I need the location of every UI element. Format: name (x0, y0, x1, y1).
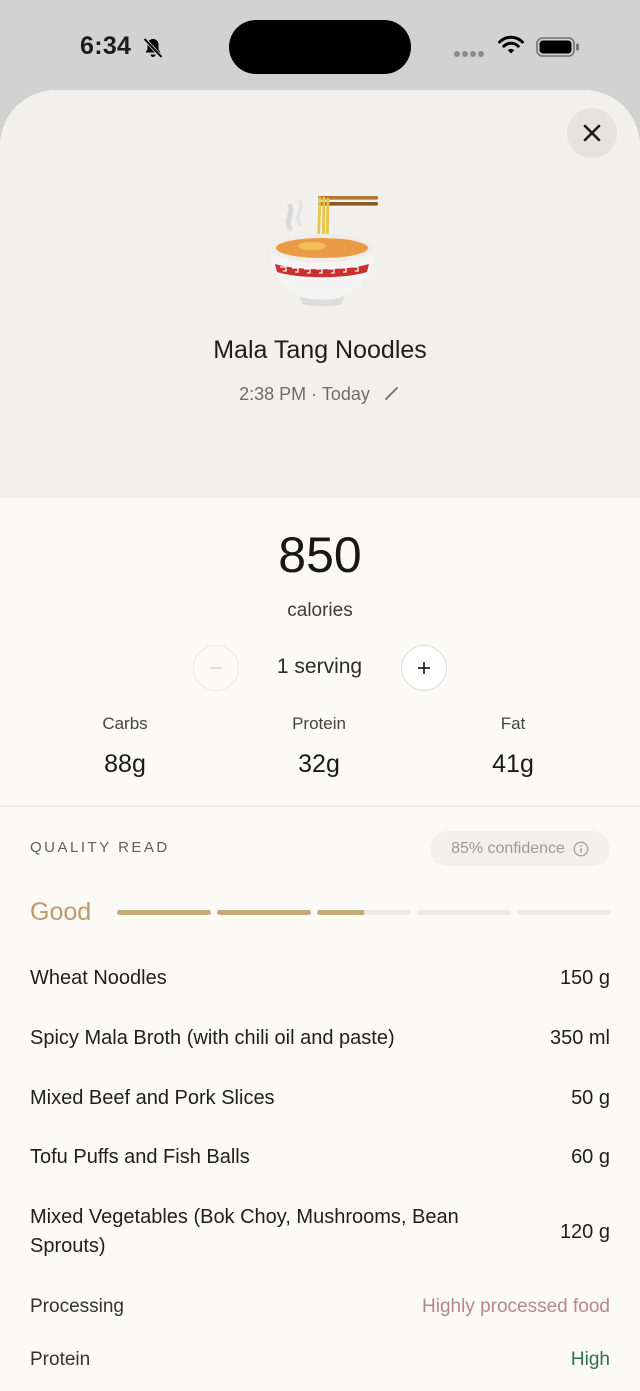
ingredient-amount: 120 g (559, 1220, 610, 1243)
close-button[interactable] (567, 108, 617, 158)
attribute-row-processing: Processing Highly processed food (30, 1296, 610, 1318)
quality-section-title: QUALITY READ (30, 839, 170, 856)
ingredient-row[interactable]: Wheat Noodles 150 g (30, 964, 610, 993)
section-divider (0, 805, 640, 807)
macro-label: Carbs (102, 714, 148, 733)
ingredient-row[interactable]: Tofu Puffs and Fish Balls 60 g (30, 1143, 610, 1172)
serving-count: 1 serving (276, 655, 363, 678)
increase-serving-button[interactable] (401, 645, 447, 691)
macro-protein: Protein 32g (219, 714, 419, 779)
food-detail-sheet: Mala Tang Noodles 2:38 PM · Today 850 ca… (0, 90, 640, 1391)
ingredient-amount: 50 g (571, 1087, 610, 1109)
macro-label: Fat (500, 714, 526, 733)
attribute-label: Processing (30, 1296, 124, 1317)
info-icon (573, 841, 589, 856)
quality-bar-segment (517, 910, 611, 915)
ingredient-name: Wheat Noodles (30, 967, 167, 989)
status-bar: 6:34 (0, 0, 640, 92)
pencil-icon[interactable] (383, 384, 401, 402)
calories-label: calories (287, 600, 353, 621)
ingredient-amount: 350 ml (549, 1027, 610, 1049)
decrease-serving-button[interactable] (193, 645, 239, 691)
food-name: Mala Tang Noodles (213, 336, 427, 364)
quality-bar-segment (117, 910, 211, 915)
attribute-value: High (570, 1349, 610, 1370)
ingredient-name: Tofu Puffs and Fish Balls (30, 1146, 250, 1168)
ingredient-row[interactable]: Mixed Beef and Pork Slices 50 g (30, 1084, 610, 1113)
quality-bar-segment (217, 910, 311, 915)
ingredient-amount: 150 g (559, 967, 610, 989)
attribute-label: Protein (30, 1349, 91, 1370)
macro-carbs: Carbs 88g (25, 714, 225, 779)
wifi-icon (498, 35, 524, 54)
time-separator: · (311, 384, 322, 404)
ingredient-name: Mixed Vegetables (Bok Choy, Mushrooms, B… (30, 1206, 459, 1257)
ingredient-name: Mixed Beef and Pork Slices (30, 1087, 275, 1109)
macro-fat: Fat 41g (413, 714, 613, 779)
status-time: 6:34 (80, 32, 132, 60)
quality-grade: Good (30, 898, 92, 926)
confidence-text: 85% confidence (451, 839, 565, 857)
macro-value: 32g (298, 750, 340, 778)
macro-value: 41g (492, 750, 534, 778)
food-header: Mala Tang Noodles 2:38 PM · Today (0, 90, 640, 498)
logged-time: 2:38 PM (239, 384, 307, 404)
confidence-badge[interactable]: 85% confidence (430, 831, 610, 866)
ingredient-name: Spicy Mala Broth (with chili oil and pas… (30, 1027, 395, 1049)
dynamic-island (229, 20, 411, 74)
ramen-bowl-icon (270, 196, 378, 307)
quality-bar-segment (417, 910, 511, 915)
logged-time-row[interactable]: 2:38 PM · Today (0, 384, 640, 405)
attribute-row-protein: Protein High (30, 1349, 610, 1371)
attribute-value: Highly processed food (422, 1296, 610, 1317)
quality-bar-segment (317, 910, 411, 915)
bell-muted-icon (143, 37, 163, 59)
close-icon (583, 124, 601, 142)
calories-value: 850 (278, 527, 362, 583)
battery-icon (536, 37, 579, 57)
ingredient-amount: 60 g (571, 1146, 610, 1168)
ingredient-row[interactable]: Spicy Mala Broth (with chili oil and pas… (30, 1024, 610, 1053)
logged-day: Today (321, 384, 370, 404)
macro-label: Protein (292, 714, 346, 733)
ingredient-row[interactable]: Mixed Vegetables (Bok Choy, Mushrooms, B… (30, 1203, 610, 1261)
macro-value: 88g (104, 750, 146, 778)
plus-icon (418, 662, 430, 674)
minus-icon (210, 667, 222, 669)
cellular-signal-icon (454, 44, 486, 62)
